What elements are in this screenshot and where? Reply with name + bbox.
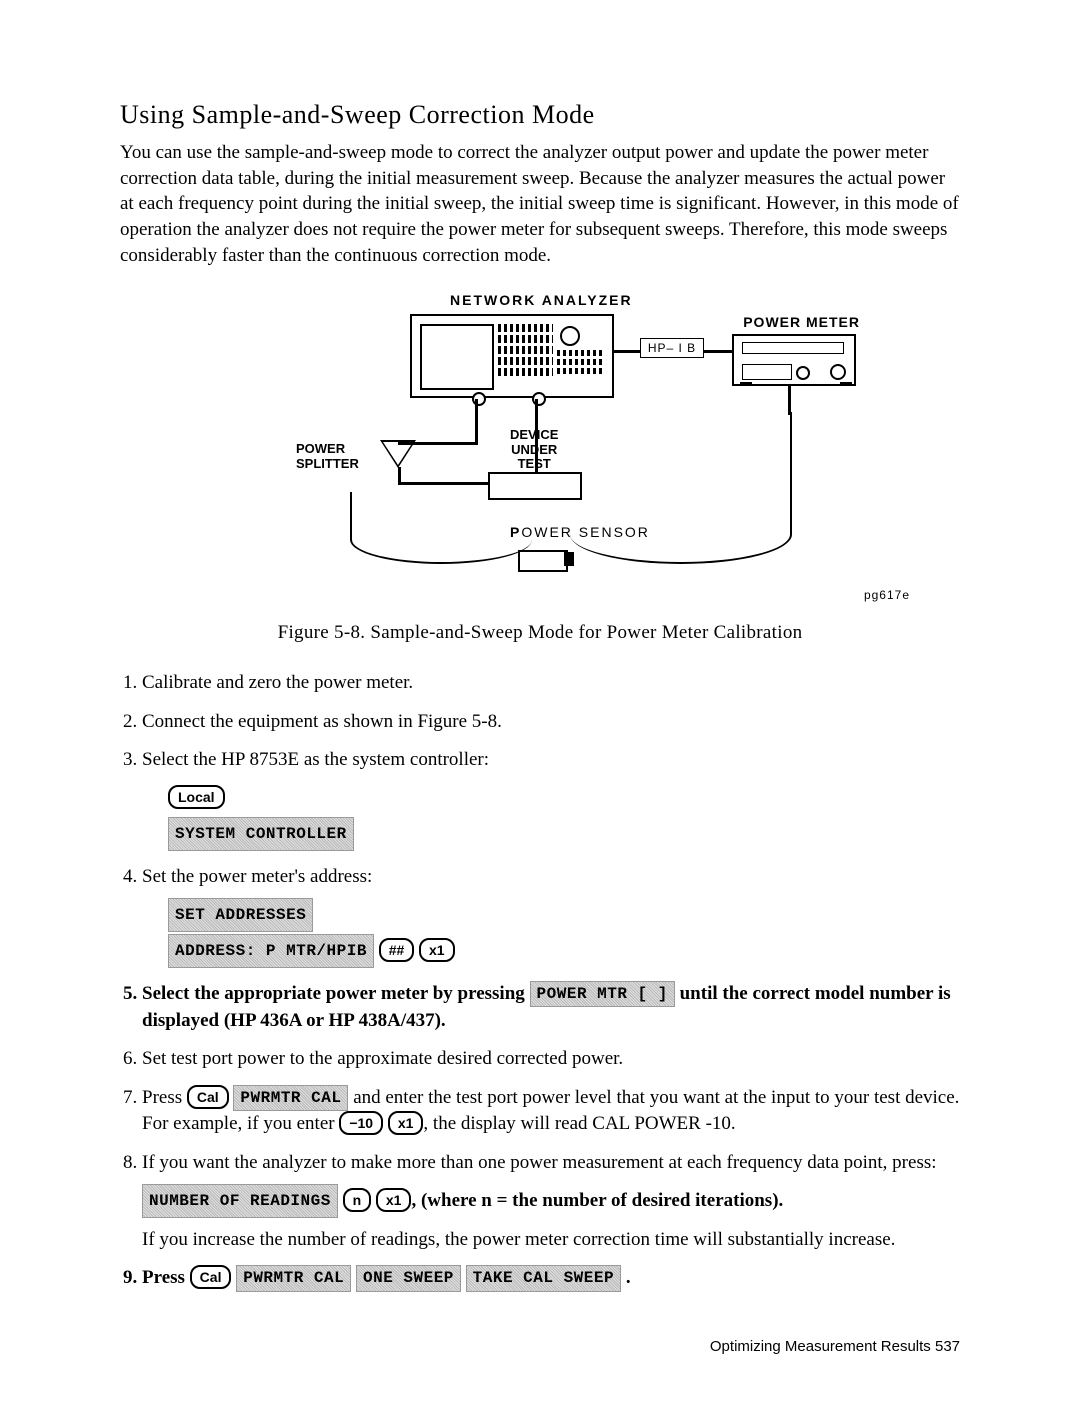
system-controller-softkey: SYSTEM CONTROLLER <box>168 817 354 851</box>
x1-hardkey: x1 <box>419 938 455 962</box>
step-1: Calibrate and zero the power meter. <box>142 670 960 697</box>
pwrmtr-cal-softkey-2: PWRMTR CAL <box>236 1265 351 1291</box>
cable-arc-left <box>350 492 532 564</box>
network-analyzer-box <box>410 314 614 398</box>
step-3-text: Select the HP 8753E as the system contro… <box>142 749 489 770</box>
power-sensor-box <box>518 550 568 572</box>
section-heading: Using Sample-and-Sweep Correction Mode <box>120 100 960 130</box>
step-3: Select the HP 8753E as the system contro… <box>142 747 960 852</box>
figure-5-8: NETWORK ANALYZER HP– I B POWER METER <box>120 292 960 598</box>
step-7-text-a: Press <box>142 1087 187 1108</box>
figure-caption: Figure 5-8. Sample-and-Sweep Mode for Po… <box>120 622 960 644</box>
step-4: Set the power meter's address: SET ADDRE… <box>142 864 960 969</box>
na-knob <box>560 326 580 346</box>
na-buttons-right <box>557 350 602 388</box>
page-footer: Optimizing Measurement Results 537 <box>120 1338 960 1355</box>
power-splitter-label: POWER SPLITTER <box>296 442 359 471</box>
wire-na-to-splitter-h <box>398 442 478 445</box>
x1-hardkey-2: x1 <box>388 1111 424 1135</box>
figure-ref-code: pg617e <box>864 588 910 602</box>
step-4-text: Set the power meter's address: <box>142 866 372 887</box>
cal-hardkey: Cal <box>187 1085 229 1109</box>
address-pmtr-softkey: ADDRESS: P MTR/HPIB <box>168 934 374 968</box>
hpib-label: HP– I B <box>640 338 704 358</box>
number-of-readings-softkey: NUMBER OF READINGS <box>142 1184 338 1218</box>
power-sensor-tip <box>564 552 574 566</box>
intro-paragraph: You can use the sample-and-sweep mode to… <box>120 140 960 268</box>
na-screen <box>420 324 494 390</box>
network-analyzer-label: NETWORK ANALYZER <box>450 292 633 308</box>
x1-hardkey-3: x1 <box>376 1188 412 1212</box>
wire-splitter-to-dut <box>398 482 488 485</box>
step-8-text-b: , (where n = the number of desired itera… <box>411 1190 783 1211</box>
step-6: Set test port power to the approximate d… <box>142 1046 960 1073</box>
step-8-note: If you increase the number of readings, … <box>142 1227 960 1254</box>
numpad-hash-hardkey: ## <box>379 938 415 962</box>
power-mtr-softkey: POWER MTR [ ] <box>530 981 675 1007</box>
step-8-text-a: If you want the analyzer to make more th… <box>142 1152 937 1173</box>
power-meter-label: POWER METER <box>743 314 860 330</box>
dut-label: DEVICE UNDER TEST <box>510 428 558 471</box>
one-sweep-softkey: ONE SWEEP <box>356 1265 461 1291</box>
wire-to-pm <box>788 385 791 415</box>
power-meter-feet <box>736 382 856 386</box>
step-7: Press Cal PWRMTR CAL and enter the test … <box>142 1085 960 1138</box>
diagram-svg: NETWORK ANALYZER HP– I B POWER METER <box>260 292 820 592</box>
page: Using Sample-and-Sweep Correction Mode Y… <box>0 0 1080 1415</box>
step-9-text-a: Press <box>142 1267 190 1288</box>
wire-na-to-splitter-v <box>475 399 478 444</box>
step-8: If you want the analyzer to make more th… <box>142 1150 960 1253</box>
step-7-text-c: , the display will read CAL POWER -10. <box>423 1113 735 1134</box>
na-buttons-left <box>498 324 553 386</box>
step-9: Press Cal PWRMTR CAL ONE SWEEP TAKE CAL … <box>142 1265 960 1292</box>
power-meter-box <box>732 334 856 386</box>
take-cal-sweep-softkey: TAKE CAL SWEEP <box>466 1265 621 1291</box>
step-5: Select the appropriate power meter by pr… <box>142 981 960 1034</box>
step-9-period: . <box>621 1267 631 1288</box>
local-hardkey: Local <box>168 785 225 809</box>
procedure-list: Calibrate and zero the power meter. Conn… <box>120 670 960 1292</box>
cal-hardkey-2: Cal <box>190 1265 232 1289</box>
step-2: Connect the equipment as shown in Figure… <box>142 709 960 736</box>
step-5-text-a: Select the appropriate power meter by pr… <box>142 983 530 1004</box>
set-addresses-softkey: SET ADDRESSES <box>168 898 313 932</box>
minus10-hardkey: −10 <box>339 1111 383 1135</box>
n-hardkey: n <box>343 1188 372 1212</box>
pwrmtr-cal-softkey: PWRMTR CAL <box>233 1085 348 1111</box>
cable-arc-right <box>570 412 792 564</box>
